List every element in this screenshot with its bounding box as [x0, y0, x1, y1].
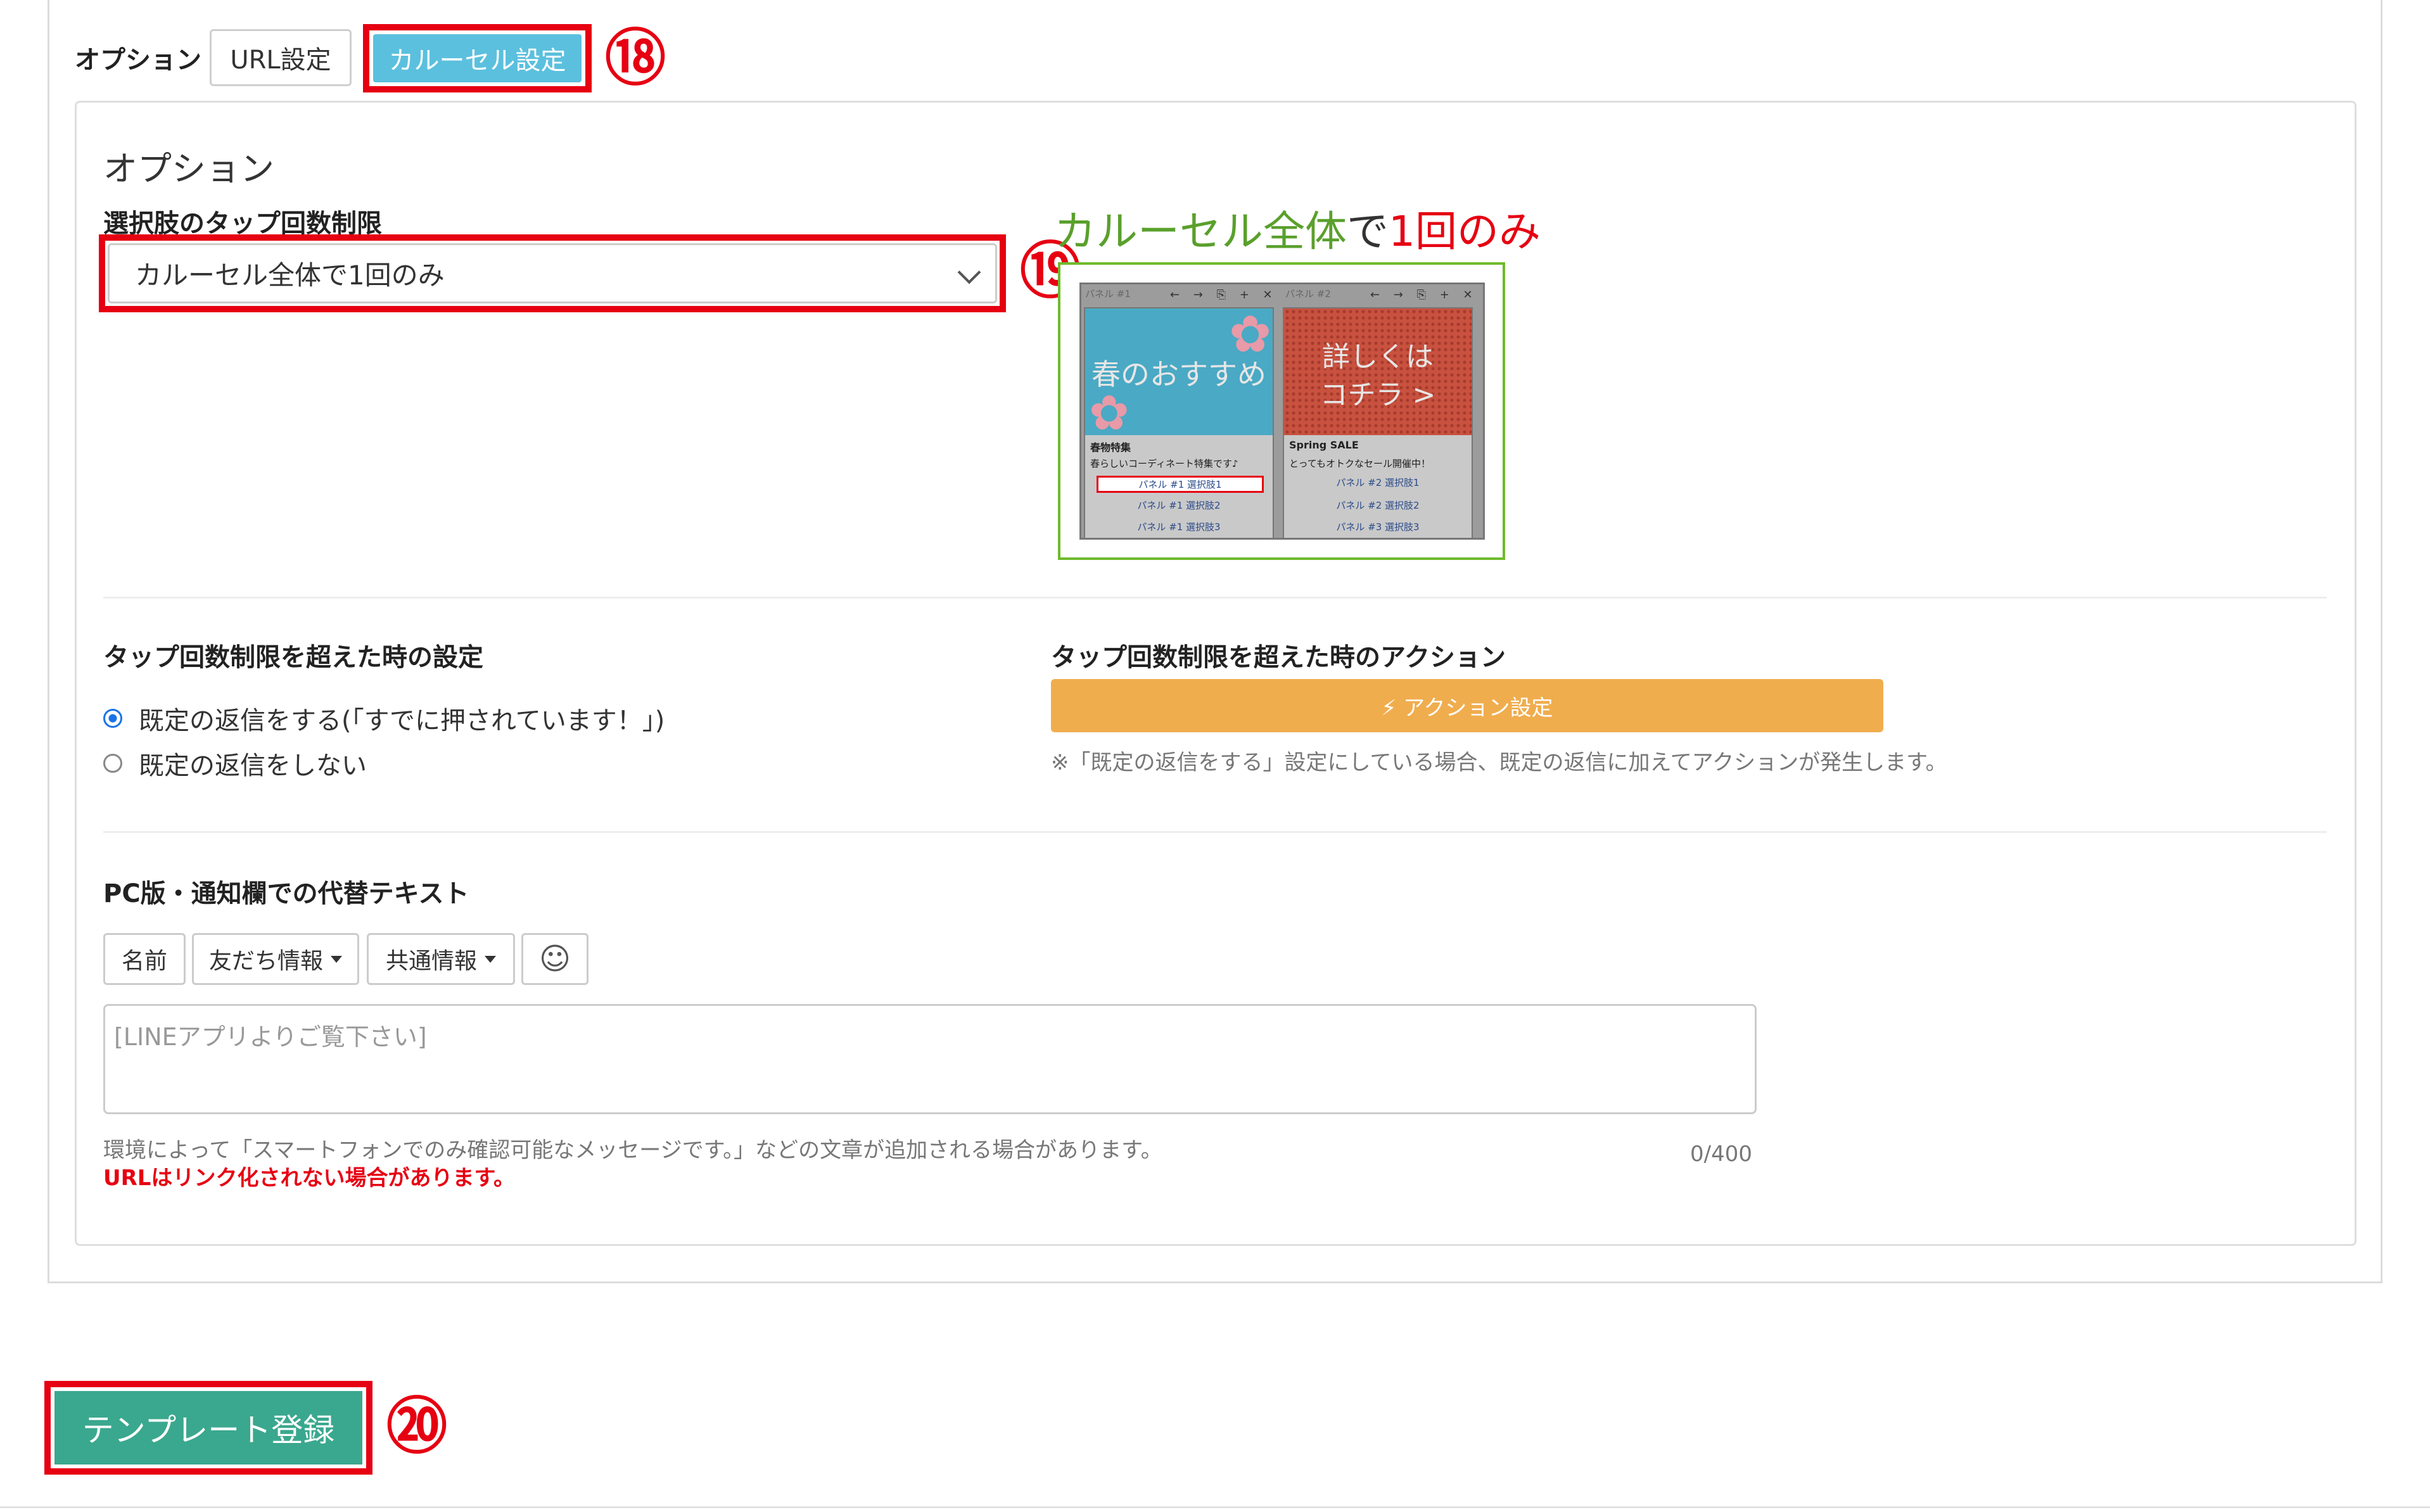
- panel2-header: パネル #2: [1285, 288, 1331, 300]
- page-bottom-divider: [0, 1506, 2430, 1508]
- panel2-desc: とってもオトクなセール開催中！: [1289, 458, 1431, 469]
- section-title: オプション: [103, 149, 274, 189]
- panel1-header: パネル #1: [1085, 288, 1131, 300]
- action-settings-button[interactable]: ⚡ アクション設定: [1051, 679, 1883, 732]
- panel1-choice-1: パネル #1 選択肢1: [1097, 476, 1264, 493]
- preview-title: カルーセル全体で1回のみ: [1054, 198, 1541, 258]
- panel-2: 詳しくは コチラ > Spring SALE とってもオトクなセール開催中！ パ…: [1283, 307, 1473, 539]
- panel2-image: 詳しくは コチラ >: [1284, 308, 1472, 435]
- radio-checked-icon[interactable]: [103, 709, 122, 728]
- panel1-image-text: 春のおすすめ: [1091, 357, 1266, 391]
- panel1-toolbar-icons: ← → ⎘ + ✕: [1170, 288, 1278, 302]
- caret-down-icon: [331, 955, 342, 963]
- alt-text-input[interactable]: [LINEアプリよりご覧下さい]: [103, 1004, 1757, 1114]
- preview-title-part-b: で: [1347, 207, 1389, 256]
- friend-info-dropdown[interactable]: 友だち情報: [192, 933, 359, 985]
- panel1-title: 春物特集: [1090, 442, 1131, 454]
- tab-carousel-settings[interactable]: カルーセル設定: [373, 34, 582, 82]
- over-limit-setting-label: タップ回数制限を超えた時の設定: [103, 643, 483, 672]
- carousel-preview-image: パネル #1 ← → ⎘ + ✕ ✿ ✿ 春のおすすめ 春物特集 春らしいコーデ…: [1079, 283, 1485, 540]
- emoji-button[interactable]: ☺: [521, 933, 588, 985]
- panel2-choice-3: パネル #3 選択肢3: [1336, 521, 1420, 533]
- preview-title-part-a: カルーセル全体: [1054, 207, 1347, 256]
- radio-no-reply-label: 既定の返信をしない: [139, 751, 367, 780]
- panel2-title: Spring SALE: [1289, 439, 1359, 451]
- panel2-toolbar-icons: ← → ⎘ + ✕: [1370, 288, 1478, 302]
- option-label: オプション: [75, 46, 201, 75]
- panel1-choice-2: パネル #1 選択肢2: [1137, 500, 1221, 511]
- template-register-button[interactable]: テンプレート登録: [54, 1391, 362, 1464]
- tap-limit-select[interactable]: カルーセル全体で1回のみ: [108, 243, 997, 303]
- chevron-down-icon: [957, 260, 981, 284]
- preview-title-part-c: 1回のみ: [1389, 207, 1541, 256]
- radio-unchecked-icon[interactable]: [103, 754, 122, 773]
- char-counter: 0/400: [1690, 1141, 1752, 1167]
- caret-down-icon: [485, 955, 496, 963]
- panel1-desc: 春らしいコーディネート特集です♪: [1090, 458, 1238, 469]
- step-marker-20: ⑳: [386, 1390, 447, 1462]
- insert-name-button[interactable]: 名前: [103, 933, 186, 985]
- over-limit-action-label: タップ回数制限を超えた時のアクション: [1051, 643, 1506, 672]
- panel2-choice-2: パネル #2 選択肢2: [1336, 500, 1420, 511]
- radio-default-reply[interactable]: 既定の返信をする(「すでに押されています！」): [103, 700, 665, 737]
- panel1-image: ✿ ✿ 春のおすすめ: [1085, 305, 1273, 441]
- tab-url-settings[interactable]: URL設定: [210, 29, 352, 86]
- radio-default-reply-label: 既定の返信をする(「すでに押されています！」): [139, 706, 665, 735]
- alt-text-placeholder: [LINEアプリよりご覧下さい]: [114, 1023, 427, 1051]
- panel1-choice-3: パネル #1 選択肢3: [1137, 521, 1221, 533]
- common-info-label: 共通情報: [385, 948, 477, 974]
- friend-info-label: 友だち情報: [208, 948, 323, 974]
- common-info-dropdown[interactable]: 共通情報: [367, 933, 515, 985]
- step-marker-18: ⑱: [605, 22, 666, 94]
- emoji-icon: ☺: [538, 941, 571, 977]
- alt-text-note: 環境によって「スマートフォンでのみ確認可能なメッセージです。」などの文章が追加さ…: [103, 1138, 1162, 1163]
- tap-limit-value: カルーセル全体で1回のみ: [135, 260, 445, 291]
- action-note: ※「既定の返信をする」設定にしている場合、既定の返信に加えてアクションが発生しま…: [1051, 750, 1947, 775]
- alt-text-warning: URLはリンク化されない場合があります。: [103, 1166, 516, 1191]
- panel2-image-text-2: コチラ >: [1320, 379, 1436, 411]
- radio-no-reply[interactable]: 既定の返信をしない: [103, 745, 367, 782]
- panel2-choice-1: パネル #2 選択肢1: [1336, 477, 1420, 488]
- alt-text-label: PC版・通知欄での代替テキスト: [103, 879, 469, 908]
- panel2-image-text-1: 詳しくは: [1322, 341, 1434, 373]
- divider: [103, 831, 2327, 833]
- divider: [103, 597, 2327, 599]
- panel-1: ✿ ✿ 春のおすすめ 春物特集 春らしいコーディネート特集です♪ パネル #1 …: [1084, 305, 1274, 539]
